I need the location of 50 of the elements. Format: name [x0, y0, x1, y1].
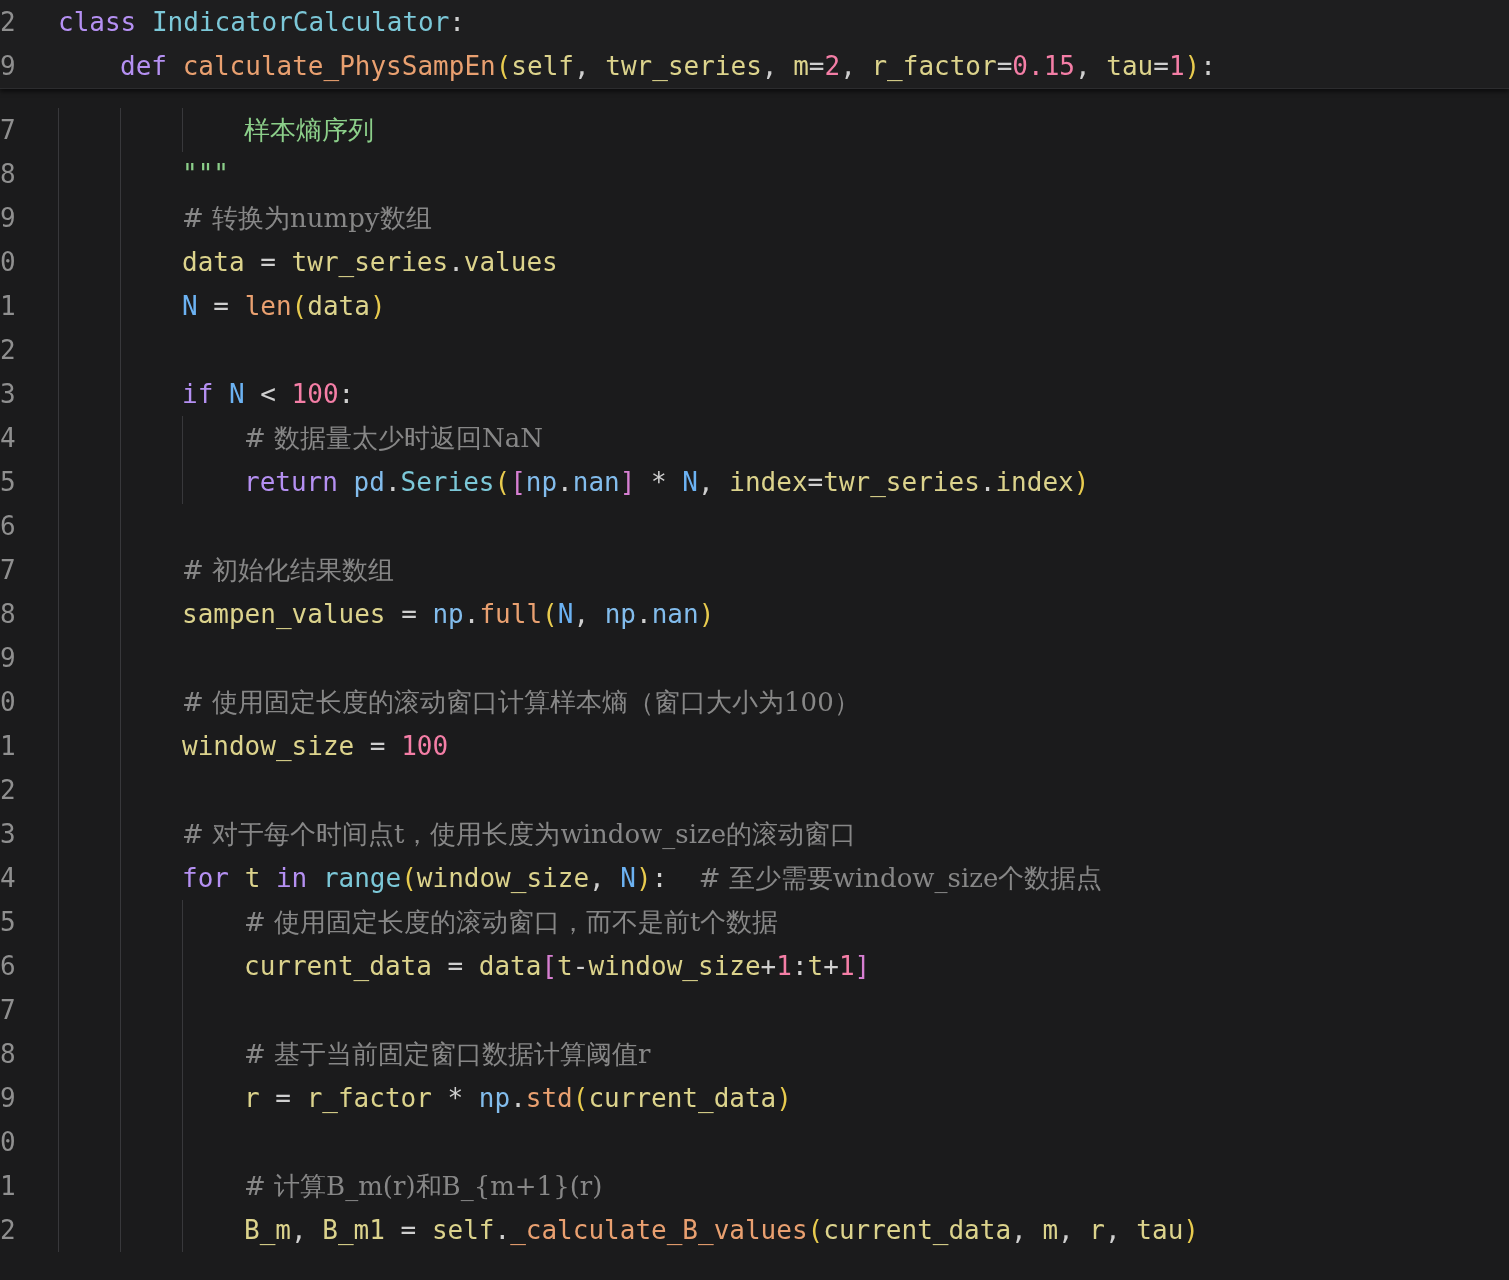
code-line: def calculate_PhysSampEn(self, twr_series, m=2, r_factor=0.15, tau=1):	[120, 51, 1216, 81]
line-number: 0	[0, 1127, 16, 1157]
line-number: 7	[0, 555, 16, 585]
code-line: # 使用固定长度的滚动窗口，而不是前t个数据	[244, 905, 779, 939]
code-line: r = r_factor * np.std(current_data)	[244, 1083, 792, 1113]
code-line: # 使用固定长度的滚动窗口计算样本熵（窗口大小为100）	[182, 685, 860, 719]
line-number: 1	[0, 1171, 16, 1201]
line-number: 0	[0, 247, 16, 277]
code-line: # 转换为numpy数组	[182, 201, 432, 235]
line-number: 4	[0, 423, 16, 453]
code-line: return pd.Series([np.nan] * N, index=twr_series.index)	[244, 467, 1090, 497]
code-line: """	[182, 159, 229, 189]
line-number: 1	[0, 291, 16, 321]
line-number: 3	[0, 379, 16, 409]
code-line: if N < 100:	[182, 379, 355, 409]
line-number: 1	[0, 731, 16, 761]
line-number: 2	[0, 335, 16, 365]
line-number: 9	[0, 643, 16, 673]
code-line: class IndicatorCalculator:	[58, 7, 465, 37]
line-number: 9	[0, 203, 16, 233]
code-line: for t in range(window_size, N): # 至少需要window_size个数据点	[182, 861, 1103, 895]
code-line: sampen_values = np.full(N, np.nan)	[182, 599, 715, 629]
line-number: 2	[0, 1215, 16, 1245]
line-number: 9	[0, 51, 16, 81]
line-number: 8	[0, 1039, 16, 1069]
line-number: 9	[0, 1083, 16, 1113]
line-number: 3	[0, 819, 16, 849]
line-number: 2	[0, 775, 16, 805]
line-number: 6	[0, 511, 16, 541]
code-line: B_m, B_m1 = self._calculate_B_values(current_data, m, r, tau)	[244, 1215, 1199, 1245]
line-number: 6	[0, 951, 16, 981]
code-line: # 对于每个时间点t，使用长度为window_size的滚动窗口	[182, 817, 857, 851]
code-line: # 数据量太少时返回NaN	[244, 421, 544, 455]
line-number: 4	[0, 863, 16, 893]
line-number: 5	[0, 907, 16, 937]
code-line: 样本熵序列	[244, 113, 374, 147]
line-number: 7	[0, 115, 16, 145]
code-line: N = len(data)	[182, 291, 386, 321]
line-number: 7	[0, 995, 16, 1025]
code-line: # 初始化结果数组	[182, 553, 395, 587]
code-line: # 基于当前固定窗口数据计算阈值r	[244, 1037, 651, 1071]
code-line: data = twr_series.values	[182, 247, 558, 277]
line-number: 2	[0, 7, 16, 37]
code-line: window_size = 100	[182, 731, 449, 761]
line-number: 8	[0, 599, 16, 629]
line-number: 5	[0, 467, 16, 497]
line-number: 0	[0, 687, 16, 717]
code-line: # 计算B_m(r)和B_{m+1}(r)	[244, 1169, 603, 1203]
code-line: current_data = data[t-window_size+1:t+1]	[244, 951, 871, 981]
line-number: 8	[0, 159, 16, 189]
